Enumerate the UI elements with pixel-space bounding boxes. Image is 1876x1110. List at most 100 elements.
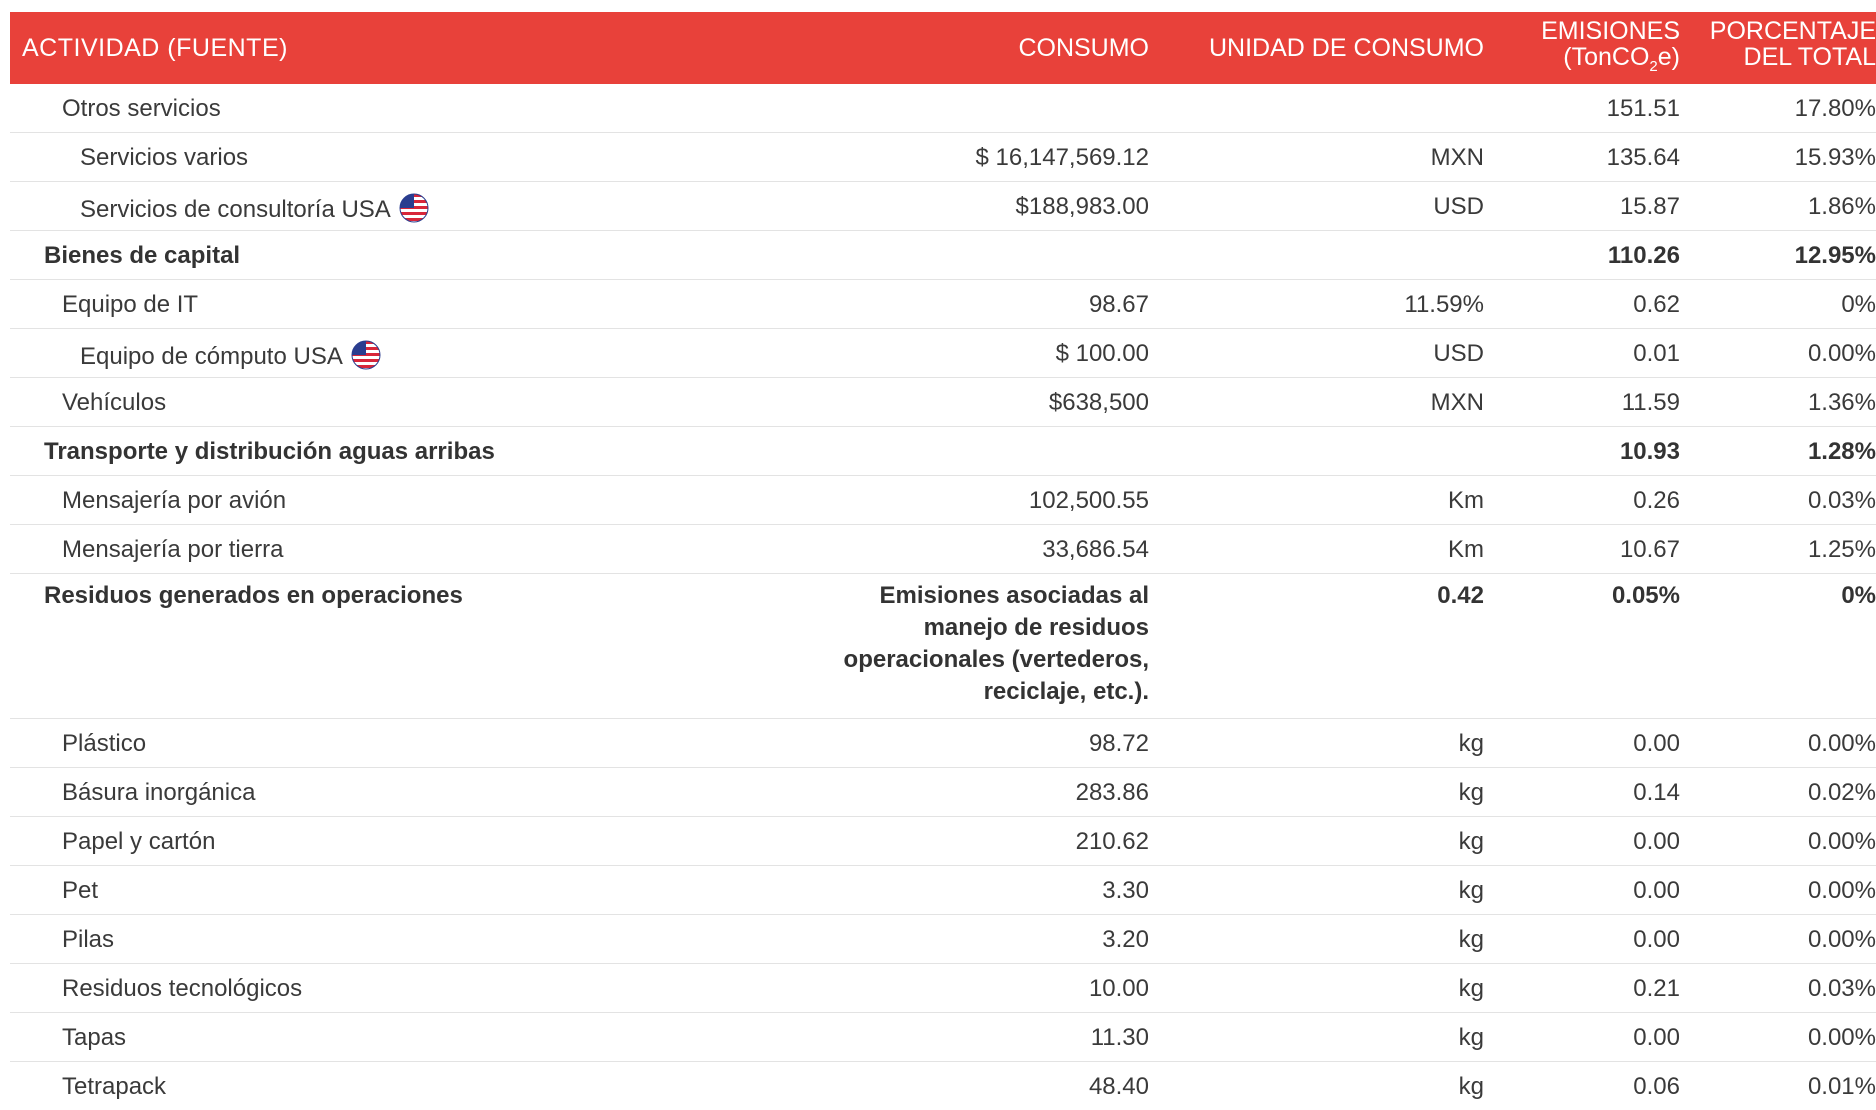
emissions-cell: 10.93 [1619,438,1680,465]
percent-cell: 15.93% [1794,144,1876,171]
consumption-cell: 3.20 [1102,926,1149,953]
header-activity: ACTIVIDAD (FUENTE) [22,34,288,62]
unit-cell: Km [1448,536,1484,563]
table-row: Residuos tecnológicos 10.00 kg 0.21 0.03… [10,964,1876,1013]
activity-cell: Básura inorgánica [62,779,256,806]
us-flag-icon [351,340,381,370]
activity-cell: Pet [62,877,99,904]
percent-cell: 0.03% [1807,487,1876,514]
emissions-cell: 0.00 [1633,926,1680,953]
header-percent-line2: DEL TOTAL [1743,43,1876,71]
header-emissions-unit-a: (TonCO [1563,43,1650,71]
emissions-cell: 0.26 [1633,487,1680,514]
unit-cell: MXN [1430,389,1484,416]
activity-cell: Residuos tecnológicos [62,975,303,1002]
emissions-cell: 0.14 [1633,779,1680,806]
emissions-cell: 0.00 [1633,1024,1680,1051]
percent-cell: 0.00% [1807,340,1876,367]
unit-cell: Km [1448,487,1484,514]
percent-cell: 0.03% [1807,975,1876,1002]
unit-cell: kg [1458,877,1484,904]
table-row: Equipo de IT 98.67 11.59% 0.62 0% [10,280,1876,329]
percent-cell: 0.02% [1807,779,1876,806]
header-emissions: EMISIONES (TonCO2e) [1541,18,1680,80]
table-row: Otros servicios 151.51 17.80% [10,84,1876,133]
table-header: ACTIVIDAD (FUENTE) CONSUMO UNIDAD DE CON… [10,12,1876,84]
table-row: Servicios de consultoría USA $188,983.00… [10,182,1876,231]
unit-cell: kg [1458,779,1484,806]
percent-cell: 1.36% [1807,389,1876,416]
percent-cell: 0.00% [1807,1024,1876,1051]
table-row: Transporte y distribución aguas arribas … [10,427,1876,476]
table-row: Mensajería por avión 102,500.55 Km 0.26 … [10,476,1876,525]
emissions-cell: 0.21 [1633,975,1680,1002]
percent-cell: 1.28% [1807,438,1876,465]
header-emissions-unit-sub: 2 [1649,58,1658,75]
consumption-cell: $188,983.00 [1015,193,1149,220]
consumption-cell: 33,686.54 [1042,536,1149,563]
header-consumption: CONSUMO [1018,34,1149,62]
emissions-cell: 0.01 [1633,340,1680,367]
table-row: Papel y cartón 210.62 kg 0.00 0.00% [10,817,1876,866]
table-row: Mensajería por tierra 33,686.54 Km 10.67… [10,525,1876,574]
consumption-cell: 98.67 [1088,291,1149,318]
table-row: Básura inorgánica 283.86 kg 0.14 0.02% [10,768,1876,817]
header-emissions-line1: EMISIONES [1541,17,1680,45]
table-row: Residuos generados en operaciones Emisio… [10,574,1876,719]
header-unit: UNIDAD DE CONSUMO [1208,34,1484,62]
percent-cell: 0.00% [1807,730,1876,757]
consumption-cell: 210.62 [1075,828,1149,855]
table-row: Tapas 11.30 kg 0.00 0.00% [10,1013,1876,1062]
activity-cell: Equipo de IT [62,291,199,318]
consumption-cell: 283.86 [1075,779,1149,806]
activity-cell: Servicios varios [80,144,249,171]
unit-cell: kg [1458,828,1484,855]
activity-cell: Papel y cartón [62,828,216,855]
emissions-cell: 10.67 [1619,536,1680,563]
emissions-cell: 15.87 [1619,193,1680,220]
emissions-cell: 0.62 [1633,291,1680,318]
emissions-cell: 11.59 [1621,389,1680,416]
consumption-cell: Emisiones asociadas al manejo de residuo… [843,582,1149,705]
header-percent-line1: PORCENTAJE [1709,17,1876,45]
percent-cell: 0.01% [1807,1073,1876,1100]
consumption-cell: 10.00 [1088,975,1149,1002]
activity-cell: Plástico [62,730,147,757]
consumption-cell: 3.30 [1102,877,1149,904]
emissions-cell: 0.06 [1633,1073,1680,1100]
activity-cell: Tapas [62,1024,127,1051]
activity-cell: Mensajería por tierra [62,536,284,563]
activity-cell: Pilas [62,926,115,953]
table-row: Equipo de cómputo USA $ 100.00 USD 0.01 … [10,329,1876,378]
unit-cell: kg [1458,926,1484,953]
activity-cell: Mensajería por avión [62,487,287,514]
activity-cell: Otros servicios [62,95,221,122]
unit-cell: USD [1433,193,1484,220]
emissions-cell: 151.51 [1606,95,1680,122]
table-row: Pet 3.30 kg 0.00 0.00% [10,866,1876,915]
consumption-cell: 98.72 [1088,730,1149,757]
unit-cell: kg [1458,730,1484,757]
unit-cell: 11.59% [1404,291,1484,318]
percent-cell: 1.86% [1807,193,1876,220]
consumption-cell: 102,500.55 [1028,487,1149,514]
table-row: Servicios varios $ 16,147,569.12 MXN 135… [10,133,1876,182]
emissions-cell: 0.00 [1633,877,1680,904]
unit-cell: kg [1458,975,1484,1002]
emissions-cell: 135.64 [1606,144,1680,171]
percent-cell: 0% [1841,582,1876,609]
percent-cell: 0.00% [1807,926,1876,953]
percent-cell: 17.80% [1794,95,1876,122]
consumption-cell: 48.40 [1088,1073,1149,1100]
table-row: Pilas 3.20 kg 0.00 0.00% [10,915,1876,964]
percent-cell: 1.25% [1807,536,1876,563]
percent-cell: 0.00% [1807,828,1876,855]
consumption-cell: 11.30 [1090,1024,1149,1051]
unit-cell: kg [1458,1024,1484,1051]
percent-cell: 0.00% [1807,877,1876,904]
consumption-cell: $638,500 [1048,389,1149,416]
percent-cell: 0% [1841,291,1876,318]
percent-cell: 12.95% [1794,242,1876,269]
unit-cell: USD [1433,340,1484,367]
activity-cell-wrap: Equipo de cómputo USA [10,340,381,371]
